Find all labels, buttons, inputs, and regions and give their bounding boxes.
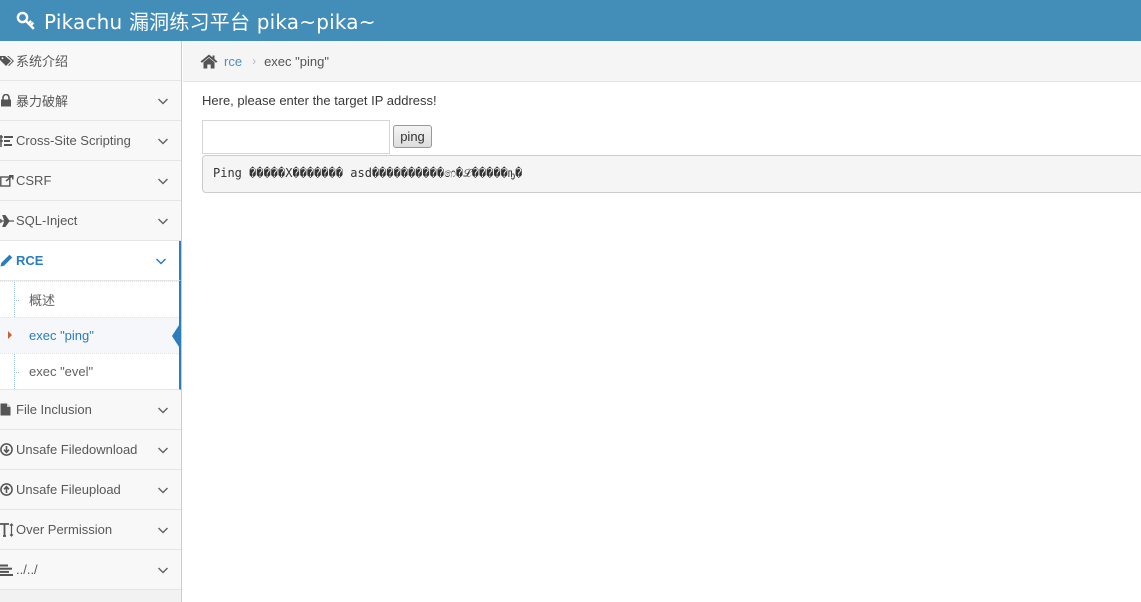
ip-input[interactable] xyxy=(202,120,390,154)
chevron-down-icon[interactable] xyxy=(157,524,169,536)
chevron-down-icon[interactable] xyxy=(157,135,169,147)
ping-result: Ping �����X������� asd����������෨�ℒ�����… xyxy=(202,155,1141,193)
breadcrumb-separator-icon: › xyxy=(252,54,257,68)
sidebar-item-label: Unsafe Fileupload xyxy=(16,482,121,497)
sidebar-item-label: Over Permission xyxy=(16,522,113,537)
ping-button[interactable]: ping xyxy=(393,125,432,148)
file-icon xyxy=(0,403,15,417)
active-pointer-icon xyxy=(172,322,181,350)
sidebar-item-unsafe-fileupload[interactable]: Unsafe Fileupload xyxy=(0,470,181,510)
submenu-item-label: exec "ping" xyxy=(29,328,94,343)
key-icon xyxy=(16,10,38,32)
sidebar-item-label: CSRF xyxy=(16,173,52,188)
submenu-item-label: exec "evel" xyxy=(29,364,94,379)
sidebar-item-label: SQL-Inject xyxy=(16,213,78,228)
pencil-icon xyxy=(0,254,15,268)
sliders-icon xyxy=(0,134,15,148)
rce-submenu: 概述 exec "ping" exec "evel" xyxy=(0,281,181,390)
sidebar-item-label: 暴力破解 xyxy=(16,94,69,109)
share-icon xyxy=(0,174,15,188)
chevron-down-icon[interactable] xyxy=(157,484,169,496)
submenu-item-overview[interactable]: 概述 xyxy=(0,281,179,317)
sidebar-item-csrf[interactable]: CSRF xyxy=(0,161,181,201)
upload-icon xyxy=(0,483,15,497)
sidebar-item-label: 系统介绍 xyxy=(16,54,69,69)
sidebar-item-dir-traversal[interactable]: ../../ xyxy=(0,550,181,590)
submenu-item-exec-ping[interactable]: exec "ping" xyxy=(0,317,181,353)
tags-icon xyxy=(0,54,15,68)
sidebar-item-file-inclusion[interactable]: File Inclusion xyxy=(0,390,181,430)
home-icon[interactable] xyxy=(200,53,218,69)
sidebar-item-intro[interactable]: 系统介绍 xyxy=(0,41,181,81)
breadcrumb-current: exec "ping" xyxy=(264,53,329,69)
chevron-down-icon[interactable] xyxy=(157,215,169,227)
sidebar-item-label: File Inclusion xyxy=(16,402,92,417)
sidebar-item-label: ../../ xyxy=(16,562,38,577)
submenu-item-label: 概述 xyxy=(29,293,56,308)
sidebar-item-label: Unsafe Filedownload xyxy=(16,442,138,457)
chevron-down-icon[interactable] xyxy=(155,255,167,267)
download-icon xyxy=(0,443,15,457)
sidebar: 系统介绍 暴力破解 Cross-Site Scripting CSRF SQL-… xyxy=(0,41,182,602)
sidebar-item-unsafe-filedownload[interactable]: Unsafe Filedownload xyxy=(0,430,181,470)
sidebar-item-label: Cross-Site Scripting xyxy=(16,133,131,148)
text-height-icon xyxy=(0,522,15,537)
breadcrumb: rce › exec "ping" xyxy=(183,41,1141,82)
chevron-down-icon[interactable] xyxy=(157,404,169,416)
caret-right-icon xyxy=(8,331,12,339)
sidebar-item-over-permission[interactable]: Over Permission xyxy=(0,510,181,550)
lock-icon xyxy=(0,94,15,108)
sidebar-item-label: RCE xyxy=(16,253,44,268)
sidebar-item-xss[interactable]: Cross-Site Scripting xyxy=(0,121,181,161)
chevron-down-icon[interactable] xyxy=(157,95,169,107)
chevron-down-icon[interactable] xyxy=(157,564,169,576)
sidebar-item-rce[interactable]: RCE xyxy=(0,241,181,281)
align-left-icon xyxy=(0,563,15,577)
submenu-item-exec-evel[interactable]: exec "evel" xyxy=(0,353,179,389)
chevron-down-icon[interactable] xyxy=(157,444,169,456)
plane-icon xyxy=(0,214,15,228)
chevron-down-icon[interactable] xyxy=(157,175,169,187)
brand-title[interactable]: Pikachu 漏洞练习平台 pika~pika~ xyxy=(44,6,376,35)
sidebar-item-sql-inject[interactable]: SQL-Inject xyxy=(0,201,181,241)
sidebar-item-brute-force[interactable]: 暴力破解 xyxy=(0,81,181,121)
top-navbar: Pikachu 漏洞练习平台 pika~pika~ xyxy=(0,0,1141,41)
ip-prompt: Here, please enter the target IP address… xyxy=(202,93,437,108)
breadcrumb-link-rce[interactable]: rce xyxy=(224,54,242,69)
